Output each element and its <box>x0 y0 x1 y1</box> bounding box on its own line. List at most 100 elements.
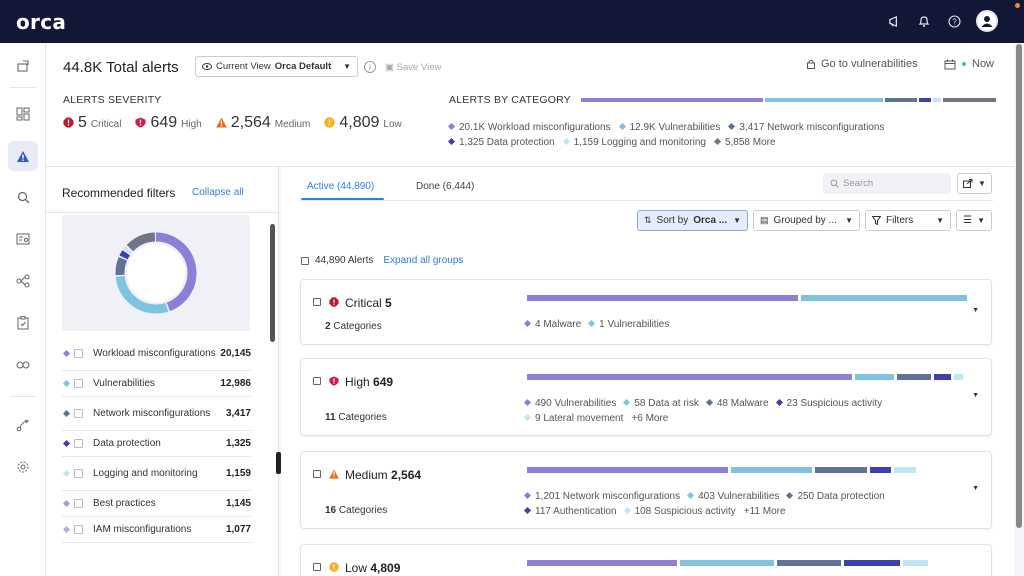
nav-assets-icon[interactable] <box>8 51 38 81</box>
nav-graph-icon[interactable] <box>8 266 38 296</box>
filter-item[interactable]: Workload misconfigurations 20,145 <box>62 337 251 371</box>
nav-dashboard-icon[interactable] <box>8 99 38 129</box>
group-checkbox[interactable] <box>313 377 321 385</box>
group-legend-item[interactable]: 108 Suspicious activity <box>623 504 736 519</box>
group-bar-segment[interactable] <box>844 560 900 566</box>
group-bar-segment[interactable] <box>800 295 967 301</box>
view-select[interactable]: Current View Orca Default ▼ <box>195 56 358 77</box>
group-bar-segment[interactable] <box>855 374 894 380</box>
filter-item[interactable]: Vulnerabilities 12,986 <box>62 371 251 397</box>
group-bar-segment[interactable] <box>527 467 729 473</box>
filter-item[interactable]: Logging and monitoring 1,159 <box>62 457 251 491</box>
group-bar-segment[interactable] <box>954 374 963 380</box>
category-bar-segment[interactable] <box>943 98 996 102</box>
group-legend-item[interactable]: 58 Data at risk <box>623 396 699 411</box>
group-bar-segment[interactable] <box>894 467 916 473</box>
group-checkbox[interactable] <box>313 470 321 478</box>
group-legend-item[interactable]: 23 Suspicious activity <box>775 396 882 411</box>
expand-all-groups-link[interactable]: Expand all groups <box>383 255 463 266</box>
group-bar-segment[interactable] <box>679 560 774 566</box>
select-all-checkbox[interactable] <box>301 256 309 265</box>
category-bar-segment[interactable] <box>919 98 932 102</box>
filter-item[interactable]: Data protection 1,325 <box>62 431 251 457</box>
nav-alerts-icon[interactable] <box>8 141 38 171</box>
alert-group-medium[interactable]: Medium 2,564 16 Categories 1,201 Network m… <box>300 451 992 529</box>
group-bar-segment[interactable] <box>527 560 677 566</box>
nav-search-icon[interactable] <box>8 182 38 212</box>
group-bar-segment[interactable] <box>934 374 952 380</box>
filter-item[interactable]: Network misconfigurations 3,417 <box>62 397 251 431</box>
group-bar-segment[interactable] <box>815 467 867 473</box>
tab-done[interactable]: Done (6,444) <box>416 181 474 192</box>
group-bar-segment[interactable] <box>527 374 853 380</box>
filters-scrollbar[interactable] <box>270 224 275 342</box>
category-bar-segment[interactable] <box>933 98 942 102</box>
sort-by-select[interactable]: ⇅ Sort by Orca ... ▼ <box>637 210 748 231</box>
bell-icon[interactable] <box>916 13 932 29</box>
group-legend-item[interactable]: +6 More <box>631 411 668 426</box>
group-bar-segment[interactable] <box>896 374 932 380</box>
group-legend-item[interactable]: 48 Malware <box>705 396 769 411</box>
alert-group-critical[interactable]: Critical 52 Categories 4 Malware 1 Vulnera… <box>300 279 992 345</box>
collapse-all-link[interactable]: Collapse all <box>192 187 244 198</box>
go-to-vulnerabilities-link[interactable]: Go to vulnerabilities <box>806 58 918 70</box>
category-legend-item[interactable]: 1,325 Data protection <box>447 135 555 150</box>
help-icon[interactable]: ? <box>946 13 962 29</box>
group-bar-segment[interactable] <box>731 467 813 473</box>
filter-item[interactable]: IAM misconfigurations 1,077 <box>62 517 251 543</box>
filter-item[interactable]: Best practices 1,145 <box>62 491 251 517</box>
orca-logo[interactable]: orca <box>16 10 66 34</box>
alert-group-high[interactable]: High 649 11 Categories 490 Vulnerabilities… <box>300 358 992 436</box>
nav-settings-icon[interactable] <box>8 452 38 482</box>
category-legend-item[interactable]: 5,858 More <box>713 135 776 150</box>
category-bar-segment[interactable] <box>765 98 883 102</box>
category-bar-segment[interactable] <box>884 98 918 102</box>
group-bar-segment[interactable] <box>869 467 892 473</box>
user-avatar[interactable] <box>976 10 998 32</box>
group-legend-item[interactable]: 1,201 Network misconfigurations <box>523 489 681 504</box>
group-legend-item[interactable]: 1 Vulnerabilities <box>588 317 669 332</box>
column-settings-button[interactable]: ☰ ▼ <box>956 210 992 231</box>
severity-medium[interactable]: 2,564 Medium <box>215 114 310 132</box>
chevron-down-icon[interactable]: ▼ <box>972 485 979 492</box>
group-bar-segment[interactable] <box>902 560 929 566</box>
chevron-down-icon[interactable]: ▼ <box>972 392 979 399</box>
chevron-down-icon[interactable]: ▼ <box>972 307 979 314</box>
filter-item-name: Best practices <box>93 497 156 509</box>
megaphone-icon[interactable] <box>886 13 902 29</box>
severity-high[interactable]: 649 High <box>135 114 202 132</box>
group-legend-item[interactable]: 250 Data protection <box>786 489 885 504</box>
group-legend-label: 1,201 Network misconfigurations <box>535 491 681 502</box>
filters-button[interactable]: Filters ▼ <box>865 210 951 231</box>
group-checkbox[interactable] <box>313 563 321 571</box>
group-bar-segment[interactable] <box>776 560 842 566</box>
tab-active[interactable]: Active (44,890) <box>307 181 374 192</box>
category-legend-item[interactable]: 12.9K Vulnerabilities <box>618 120 720 135</box>
search-input[interactable]: Search <box>823 173 951 194</box>
group-bar-segment[interactable] <box>527 295 798 301</box>
category-legend-item[interactable]: 1,159 Logging and monitoring <box>562 135 706 150</box>
nav-integrations-icon[interactable] <box>8 350 38 380</box>
info-icon[interactable]: i <box>364 61 376 73</box>
group-legend-item[interactable]: 117 Authentication <box>523 504 617 519</box>
category-bar-segment[interactable] <box>581 98 764 102</box>
nav-inventory-icon[interactable] <box>8 224 38 254</box>
severity-critical[interactable]: 5 Critical <box>63 114 121 132</box>
nav-automation-icon[interactable] <box>8 410 38 440</box>
grouped-by-select[interactable]: ▤ Grouped by ... ▼ <box>753 210 860 231</box>
group-legend-item[interactable]: +11 More <box>744 504 786 519</box>
group-legend-item[interactable]: 4 Malware <box>523 317 581 332</box>
alert-group-low[interactable]: Low 4,809 <box>300 544 992 576</box>
group-legend-item[interactable]: 9 Lateral movement <box>523 411 623 426</box>
category-legend-item[interactable]: 20.1K Workload misconfigurations <box>447 120 611 135</box>
nav-compliance-icon[interactable] <box>8 308 38 338</box>
group-checkbox[interactable] <box>313 298 321 306</box>
severity-low[interactable]: 4,809 Low <box>324 114 402 132</box>
category-legend-item[interactable]: 3,417 Network misconfigurations <box>728 120 884 135</box>
export-button[interactable]: ▼ <box>957 173 992 194</box>
group-legend-item[interactable]: 403 Vulnerabilities <box>687 489 779 504</box>
save-view-button[interactable]: ▣ Save View <box>385 62 441 73</box>
time-range-select[interactable]: Now <box>944 58 994 70</box>
page-scrollbar[interactable] <box>1016 44 1022 528</box>
group-legend-item[interactable]: 490 Vulnerabilities <box>523 396 616 411</box>
